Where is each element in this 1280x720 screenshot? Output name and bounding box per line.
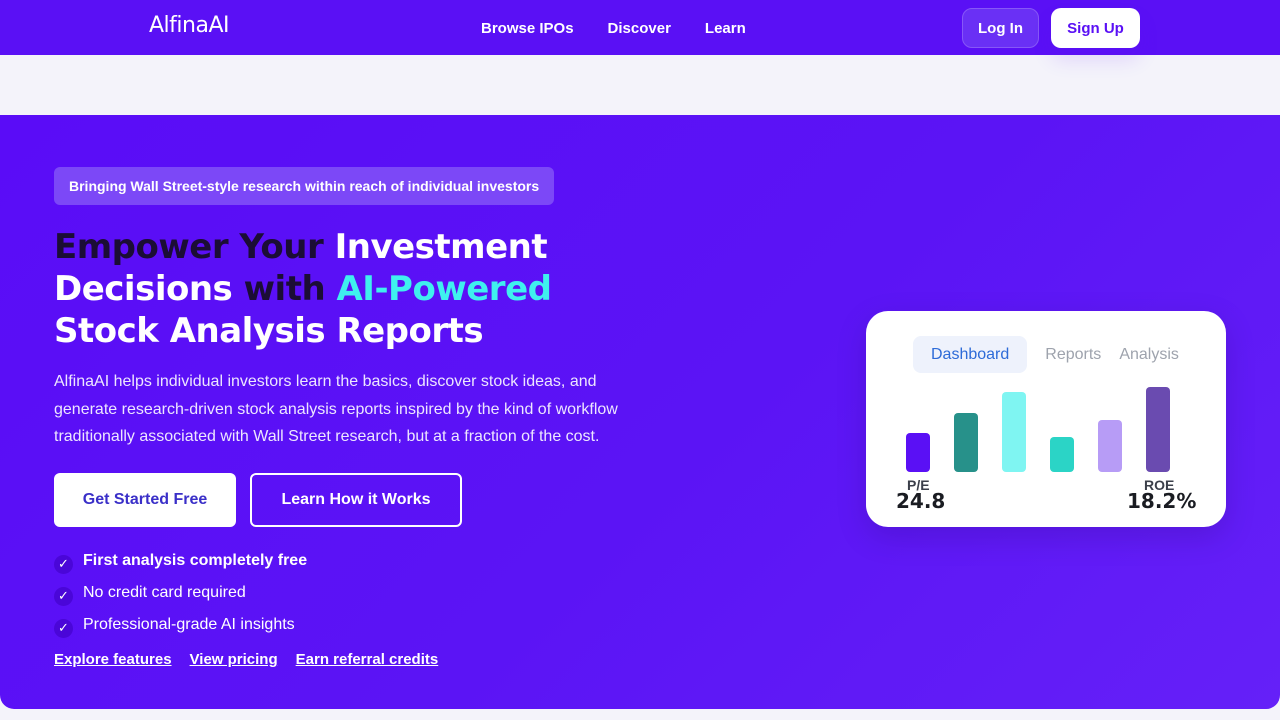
headline-part-ai-powered: AI-Powered xyxy=(336,269,552,309)
hero-headline: Empower Your Investment Decisions with A… xyxy=(54,226,614,352)
checklist-item-text: No credit card required xyxy=(83,584,246,601)
checklist-item-text: First analysis completely free xyxy=(83,552,308,569)
hero-badge: Bringing Wall Street-style research with… xyxy=(54,167,555,205)
explore-features-link[interactable]: Explore features xyxy=(54,651,172,668)
headline-part-empower: Empower Your xyxy=(54,227,335,267)
learn-how-button[interactable]: Learn How it Works xyxy=(250,473,462,527)
checklist-item: ✓ Professional-grade AI insights xyxy=(54,609,307,641)
headline-part-with: with xyxy=(243,269,337,309)
nav-links: Browse IPOs Discover Learn xyxy=(481,20,780,37)
hero-section: Bringing Wall Street-style research with… xyxy=(0,115,1280,709)
logo[interactable]: AlfinaAI xyxy=(149,13,229,38)
check-icon: ✓ xyxy=(54,618,73,638)
checklist-item: ✓ No credit card required xyxy=(54,577,307,609)
headline-part-stock-reports: Stock Analysis Reports xyxy=(54,311,484,351)
check-icon: ✓ xyxy=(54,554,73,574)
checklist-item: ✓ First analysis completely free xyxy=(54,545,307,577)
dashboard-preview-card: Dashboard Reports Analysis P/E 24.8 ROE … xyxy=(866,311,1226,527)
chart-bar xyxy=(1002,392,1026,472)
get-started-button[interactable]: Get Started Free xyxy=(54,473,236,527)
top-navbar: AlfinaAI Browse IPOs Discover Learn Log … xyxy=(0,0,1280,55)
signup-button[interactable]: Sign Up xyxy=(1051,8,1140,48)
chart-bar xyxy=(1050,437,1074,472)
hero-links: Explore features View pricing Earn refer… xyxy=(54,651,456,668)
headline-part-decisions: Decisions xyxy=(54,269,244,309)
headline-part-investment: Investment xyxy=(334,227,548,267)
earn-referral-credits-link[interactable]: Earn referral credits xyxy=(296,651,439,668)
chart-bar xyxy=(1098,420,1122,472)
hero-description-text: AlfinaAI helps individual investors lear… xyxy=(54,373,618,445)
nav-link-discover[interactable]: Discover xyxy=(608,20,671,37)
metric-value-pe: 24.8 xyxy=(896,489,946,513)
feature-checklist: ✓ First analysis completely free ✓ No cr… xyxy=(54,545,307,641)
hero-description: AlfinaAI helps individual investors lear… xyxy=(54,368,634,451)
nav-link-browse-ipos[interactable]: Browse IPOs xyxy=(481,20,574,37)
chart-bar xyxy=(906,433,930,472)
nav-link-learn[interactable]: Learn xyxy=(705,20,746,37)
chart-bar xyxy=(954,413,978,472)
metric-value-roe: 18.2% xyxy=(1127,489,1197,513)
check-icon: ✓ xyxy=(54,586,73,606)
checklist-item-text: Professional-grade AI insights xyxy=(83,616,295,633)
login-button[interactable]: Log In xyxy=(962,8,1039,48)
chart-bar xyxy=(1146,387,1170,472)
view-pricing-link[interactable]: View pricing xyxy=(190,651,278,668)
